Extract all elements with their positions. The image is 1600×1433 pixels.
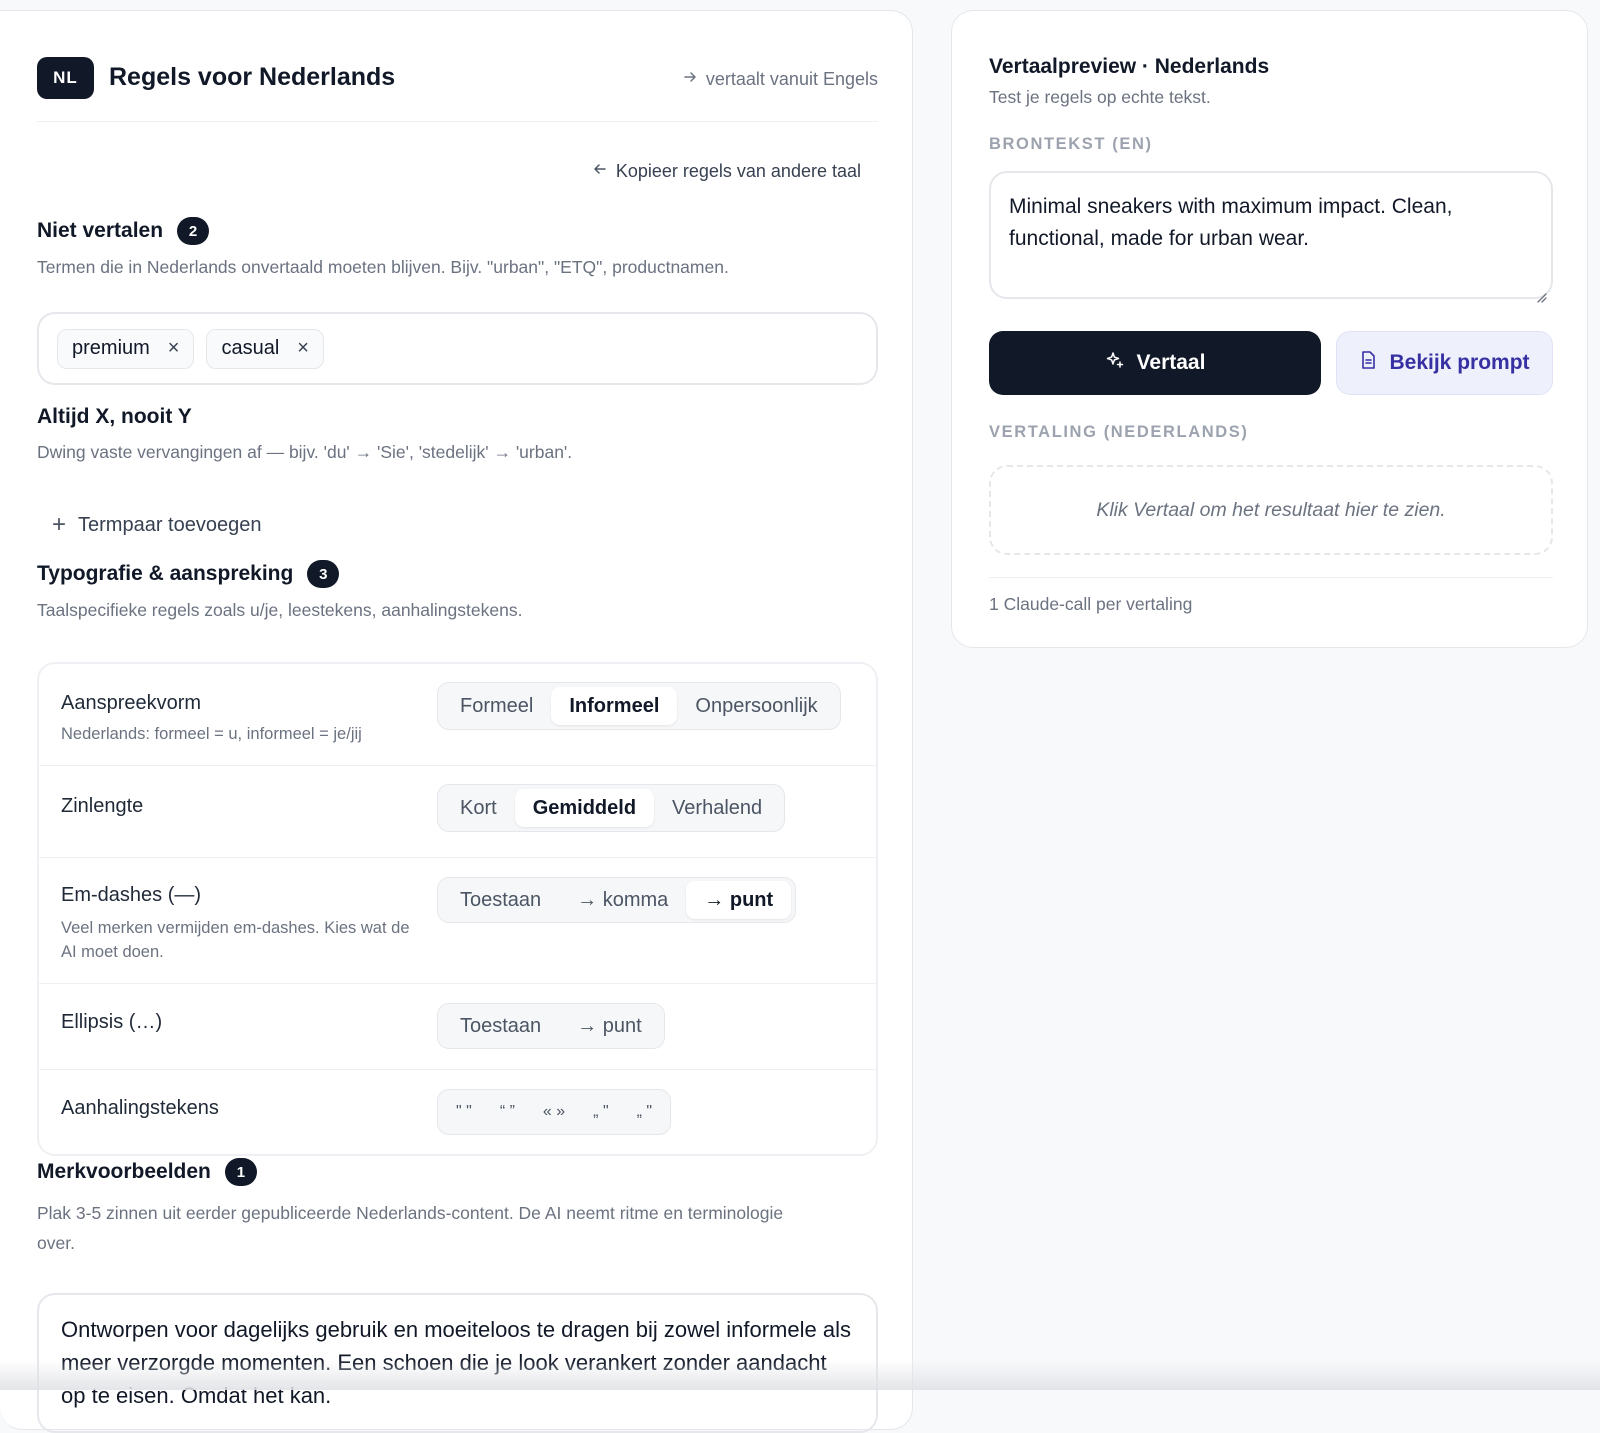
view-prompt-label: Bekijk prompt <box>1389 351 1530 374</box>
option-to-period[interactable]: → punt <box>686 881 792 919</box>
divider <box>989 577 1553 578</box>
resize-handle-icon[interactable] <box>1535 281 1547 303</box>
view-prompt-button[interactable]: Bekijk prompt <box>1336 331 1553 395</box>
em-dash-selector: Toestaan → komma → punt <box>437 877 797 923</box>
section-title: Altijd X, nooit Y <box>37 405 192 428</box>
arrow-left-icon <box>592 161 608 182</box>
count-badge: 1 <box>224 1158 257 1186</box>
translation-result: Klik Vertaal om het resultaat hier te zi… <box>989 465 1553 555</box>
section-title: Typografie & aanspreking <box>37 562 294 585</box>
rule-label: Em-dashes (—) <box>61 884 202 906</box>
option-to-comma[interactable]: → komma <box>559 881 686 919</box>
option-straight-quotes[interactable]: " " <box>442 1093 486 1131</box>
document-icon <box>1359 350 1377 376</box>
tag-label: casual <box>221 337 280 359</box>
sparkle-icon <box>1105 350 1125 376</box>
option-short[interactable]: Kort <box>442 789 515 827</box>
language-badge: NL <box>37 57 94 99</box>
rule-row-sentence-length: Zinlengte Kort Gemiddeld Verhalend <box>39 766 876 858</box>
rule-row-ellipsis: Ellipsis (…) Toestaan → punt <box>39 984 876 1070</box>
option-allow[interactable]: Toestaan <box>442 1007 559 1045</box>
tag-chip: casual × <box>206 328 324 369</box>
typography-description: Taalspecifieke regels zoals u/je, leeste… <box>37 600 523 620</box>
do-not-translate-description: Termen die in Nederlands onvertaald moet… <box>37 257 729 277</box>
sentence-length-selector: Kort Gemiddeld Verhalend <box>437 784 786 832</box>
rule-label: Aanhalingstekens <box>61 1097 219 1119</box>
arrow-right-icon <box>682 69 698 90</box>
rule-row-address: Aanspreekvorm Nederlands: formeel = u, i… <box>39 664 876 766</box>
count-badge: 3 <box>307 560 340 588</box>
option-formal[interactable]: Formeel <box>442 687 551 725</box>
rule-row-quotes: Aanhalingstekens " " “ ” « » „ " „ " <box>39 1070 876 1156</box>
source-text-label: BRONTEKST (EN) <box>989 135 1153 153</box>
close-icon[interactable]: × <box>168 337 180 360</box>
rule-row-em-dashes: Em-dashes (—) Veel merken vermijden em-d… <box>39 858 876 984</box>
source-text-input[interactable]: Minimal sneakers with maximum impact. Cl… <box>989 171 1553 303</box>
rule-hint: Veel merken vermijden em-dashes. Kies wa… <box>61 919 410 961</box>
option-narrative[interactable]: Verhalend <box>654 789 780 827</box>
preview-subtitle: Test je regels op echte tekst. <box>989 87 1211 107</box>
typography-title: Typografie & aanspreking 3 <box>37 560 340 588</box>
rules-panel: NL Regels voor Nederlands vertaalt vanui… <box>0 10 913 1433</box>
add-term-pair-button[interactable]: + Termpaar toevoegen <box>52 511 261 539</box>
quote-style-selector: " " “ ” « » „ " „ " <box>437 1089 672 1135</box>
tag-chip: premium × <box>57 328 195 369</box>
option-allow[interactable]: Toestaan <box>442 881 559 919</box>
translate-button[interactable]: Vertaal <box>989 331 1321 395</box>
rules-header: NL Regels voor Nederlands vertaalt vanui… <box>37 47 878 122</box>
translation-preview-panel: Vertaalpreview · Nederlands Test je rege… <box>951 10 1588 648</box>
option-guillemets[interactable]: « » <box>529 1093 579 1131</box>
always-never-title: Altijd X, nooit Y <box>37 405 192 429</box>
add-term-pair-label: Termpaar toevoegen <box>78 513 262 536</box>
bottom-fade <box>0 1360 1600 1390</box>
option-impersonal[interactable]: Onpersoonlijk <box>677 687 835 725</box>
copy-rules-button[interactable]: Kopieer regels van andere taal <box>592 161 861 182</box>
typography-rules: Aanspreekvorm Nederlands: formeel = u, i… <box>37 662 878 1156</box>
source-text-value: Minimal sneakers with maximum impact. Cl… <box>1009 195 1453 250</box>
option-medium[interactable]: Gemiddeld <box>514 789 655 827</box>
rule-label: Aanspreekvorm <box>61 692 202 714</box>
source-language-note: vertaalt vanuit Engels <box>682 69 878 90</box>
rule-label: Zinlengte <box>61 795 144 817</box>
tag-label: premium <box>72 337 150 359</box>
do-not-translate-title: Niet vertalen 2 <box>37 217 210 245</box>
option-low-high-quotes-alt[interactable]: „ " <box>623 1093 666 1131</box>
plus-icon: + <box>52 511 67 538</box>
translate-button-label: Vertaal <box>1136 351 1206 374</box>
count-badge: 2 <box>177 217 210 245</box>
rule-label: Ellipsis (…) <box>61 1011 163 1033</box>
option-low-high-quotes[interactable]: „ " <box>579 1093 622 1131</box>
brand-examples-title: Merkvoorbeelden 1 <box>37 1158 257 1186</box>
preview-title: Vertaalpreview · Nederlands <box>989 55 1270 78</box>
option-curly-quotes[interactable]: “ ” <box>486 1093 529 1131</box>
page-title: Regels voor Nederlands <box>109 63 396 91</box>
result-label: VERTALING (NEDERLANDS) <box>989 423 1249 441</box>
ellipsis-selector: Toestaan → punt <box>437 1003 665 1049</box>
option-to-period[interactable]: → punt <box>559 1007 659 1045</box>
brand-examples-description: Plak 3-5 zinnen uit eerder gepubliceerde… <box>37 1203 784 1253</box>
usage-note: 1 Claude-call per vertaling <box>989 594 1193 614</box>
rule-hint: Nederlands: formeel = u, informeel = je/… <box>61 725 362 743</box>
option-informal[interactable]: Informeel <box>551 687 678 725</box>
address-form-selector: Formeel Informeel Onpersoonlijk <box>437 682 841 730</box>
always-never-description: Dwing vaste vervangingen af — bijv. 'du'… <box>37 442 573 462</box>
close-icon[interactable]: × <box>297 337 309 360</box>
do-not-translate-input[interactable]: premium × casual × <box>37 312 878 385</box>
section-title: Niet vertalen <box>37 219 164 242</box>
section-title: Merkvoorbeelden <box>37 1160 211 1183</box>
source-language-label: vertaalt vanuit Engels <box>705 69 878 89</box>
copy-rules-label: Kopieer regels van andere taal <box>615 161 861 181</box>
